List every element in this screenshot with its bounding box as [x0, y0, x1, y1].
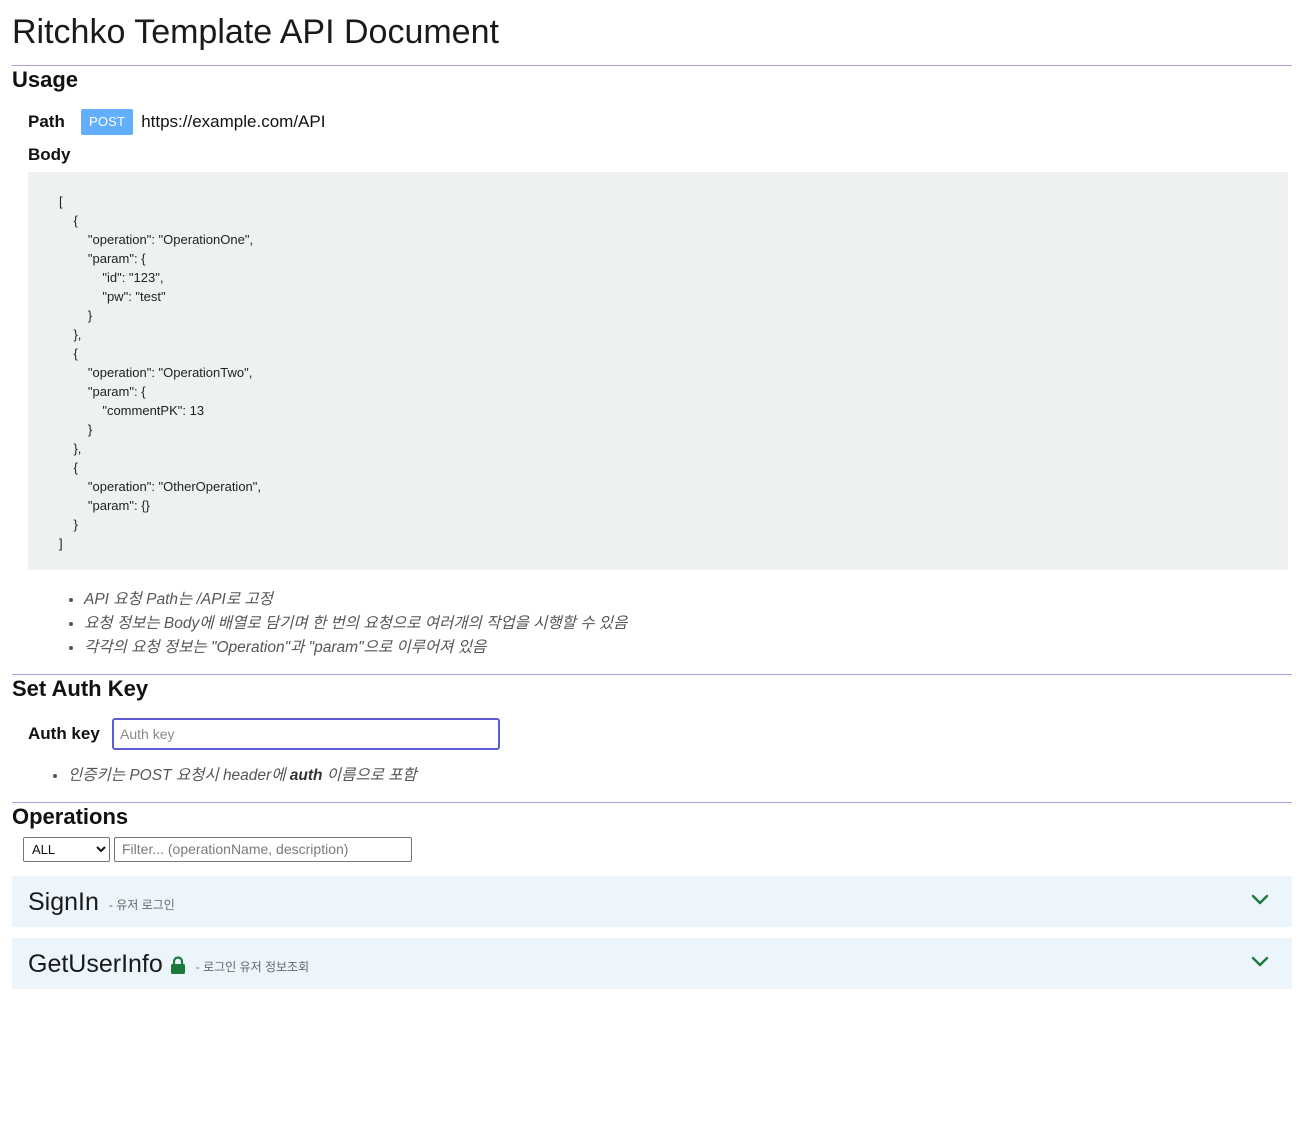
operation-name: SignIn: [28, 887, 99, 916]
usage-note: API 요청 Path는 /API로 고정: [84, 588, 1292, 612]
page-title: Ritchko Template API Document: [12, 13, 499, 51]
auth-note-prefix: 인증키는 POST 요청시 header에: [68, 767, 290, 784]
auth-key-input[interactable]: [112, 718, 500, 750]
operation-description: - 유저 로그인: [108, 898, 175, 912]
method-badge: POST: [81, 109, 134, 135]
operation-filter-input[interactable]: [114, 836, 412, 862]
path-label: Path: [28, 112, 65, 131]
operation-name: GetUserInfo: [28, 949, 163, 978]
filter-row: ALL: [23, 836, 1292, 862]
chevron-down-icon[interactable]: [1250, 893, 1270, 907]
body-label: Body: [28, 145, 71, 164]
operation-card-getuserinfo[interactable]: GetUserInfo - 로그인 유저 정보조회: [12, 938, 1292, 989]
usage-note: 각각의 요청 정보는 "Operation"과 "param"으로 이루어져 있…: [84, 636, 1292, 660]
auth-key-label: Auth key: [28, 724, 100, 743]
usage-heading: Usage: [12, 67, 79, 92]
chevron-down-icon[interactable]: [1250, 955, 1270, 969]
lock-icon: [170, 956, 186, 975]
path-row: Path POST https://example.com/API: [28, 108, 1292, 136]
operations-heading: Operations: [12, 804, 129, 829]
body-code-block: [ { "operation": "OperationOne", "param"…: [28, 172, 1288, 570]
api-url: https://example.com/API: [141, 112, 326, 131]
operation-description: - 로그인 유저 정보조회: [195, 960, 310, 974]
auth-note-suffix: 이름으로 포함: [322, 767, 417, 784]
auth-notes: 인증키는 POST 요청시 header에 auth 이름으로 포함: [12, 764, 1292, 788]
auth-row: Auth key: [28, 718, 1292, 750]
operation-card-signin[interactable]: SignIn - 유저 로그인: [12, 876, 1292, 927]
auth-heading: Set Auth Key: [12, 676, 149, 701]
auth-note: 인증키는 POST 요청시 header에 auth 이름으로 포함: [68, 764, 1292, 788]
auth-note-bold: auth: [289, 767, 323, 784]
page: Ritchko Template API Document Usage Path…: [0, 0, 1303, 989]
operation-filter-select[interactable]: ALL: [23, 836, 110, 862]
usage-notes: API 요청 Path는 /API로 고정 요청 정보는 Body에 배열로 담…: [12, 588, 1292, 660]
usage-note: 요청 정보는 Body에 배열로 담기며 한 번의 요청으로 여러개의 작업을 …: [84, 612, 1292, 636]
